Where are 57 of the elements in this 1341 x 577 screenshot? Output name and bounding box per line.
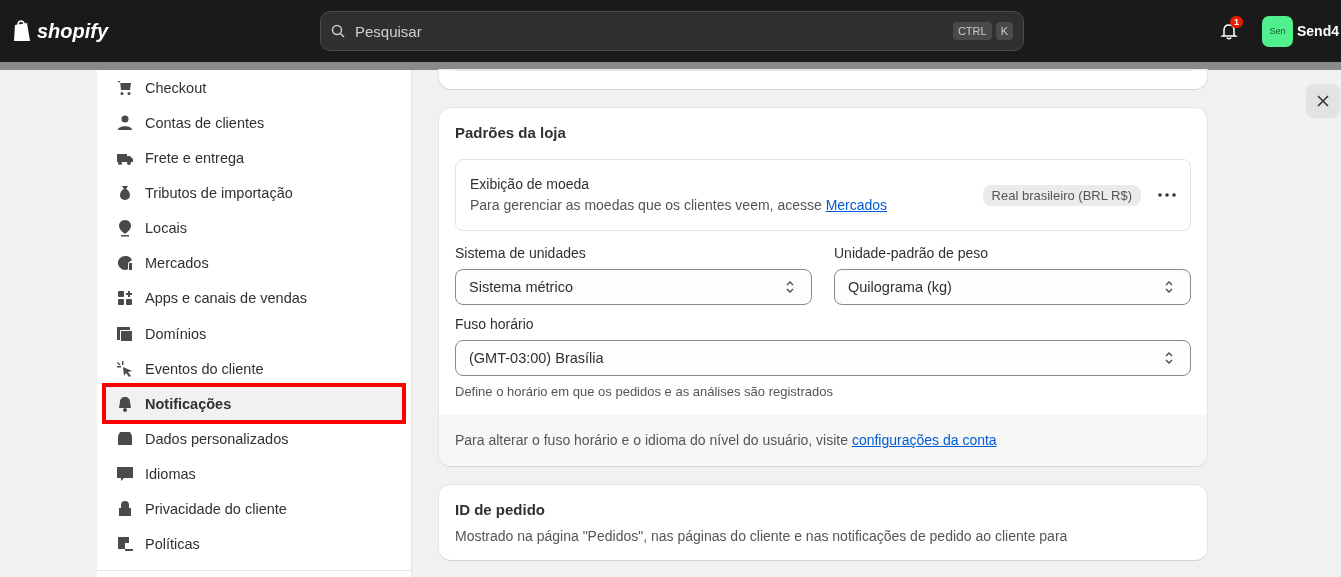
currency-badge: Real brasileiro (BRL R$) [982,184,1141,206]
logo-wordmark[interactable]: shopify [37,19,109,43]
close-button[interactable] [1306,84,1340,118]
footer-text: Para alterar o fuso horário e o idioma do nível do usuário, visite configurações da conta [455,432,997,448]
sidebar-item[interactable]: Locais [105,210,403,246]
sidebar-item[interactable]: Mercados [105,245,403,281]
sidebar-item[interactable]: Tributos de importação [105,175,403,211]
help-text: Define o horário em que os pedidos e as análises são registrados [455,384,834,399]
cart-icon [116,78,134,97]
field-label: Sistema de unidades [455,245,587,261]
apps-icon [116,289,134,308]
chevron-up-down-icon [785,280,795,294]
markets-link[interactable]: Mercados [825,197,888,213]
cursor-click-icon [116,359,134,378]
select-field[interactable]: Sistema métrico [455,269,812,305]
person-icon [116,113,134,132]
search-field[interactable]: Pesquisar CTRL K [320,11,1024,51]
sidebar-item[interactable]: Políticas [105,526,403,562]
sidebar-item[interactable]: Apps e canais de vendas [105,280,403,316]
shortcut-key: K [995,22,1013,40]
sidebar-item[interactable]: Idiomas [105,456,403,492]
sidebar-item[interactable]: Frete e entrega [105,140,403,176]
close-icon [1317,95,1329,107]
currency-description: Para gerenciar as moedas que os clientes veem, acesse Mercados [470,196,889,215]
sidebar-item[interactable]: Checkout [105,70,403,106]
sidebar-item[interactable]: Eventos do cliente [105,351,403,387]
sidebar-item[interactable]: Notificações [105,386,403,422]
sidebar-item[interactable]: Dados personalizados [105,421,403,457]
search-input[interactable]: Pesquisar [353,21,945,41]
select-field[interactable]: Quilograma (kg) [834,269,1191,305]
currency-label: Exibição de moeda [470,175,591,194]
language-icon [116,465,134,484]
bell-icon [116,394,134,413]
chevron-up-down-icon [1164,351,1174,365]
avatar[interactable]: Sen [1262,15,1293,47]
lock-icon [116,500,134,519]
location-pin-icon [116,219,134,238]
sidebar-item[interactable]: Privacidade do cliente [105,491,403,527]
sidebar-item[interactable]: Domínios [105,316,403,352]
windows-icon [116,324,134,343]
field-label: Fuso horário [455,316,535,332]
shortcut-key: CTRL [952,22,992,40]
select-field[interactable]: (GMT-03:00) Brasília [455,340,1191,376]
section-title: Padrões da loja [455,124,567,141]
sidebar-item[interactable]: Contas de clientes [105,105,403,141]
more-options-icon[interactable] [1158,193,1176,197]
notification-count: 1 [1230,16,1243,28]
shopping-bag-logo-icon [12,19,32,43]
search-icon [331,24,345,38]
tray-icon [116,429,134,448]
section-description: Mostrado na página "Pedidos", nas páginas do cliente e nas notificações de pedido ao cliente para [455,528,1069,544]
chevron-up-down-icon [1164,280,1174,294]
field-label: Unidade-padrão de peso [834,245,990,261]
section-title: ID de pedido [455,501,546,518]
store-name[interactable]: Send4 [1297,23,1339,39]
account-settings-link[interactable]: configurações da conta [851,432,997,448]
document-icon [116,535,134,554]
